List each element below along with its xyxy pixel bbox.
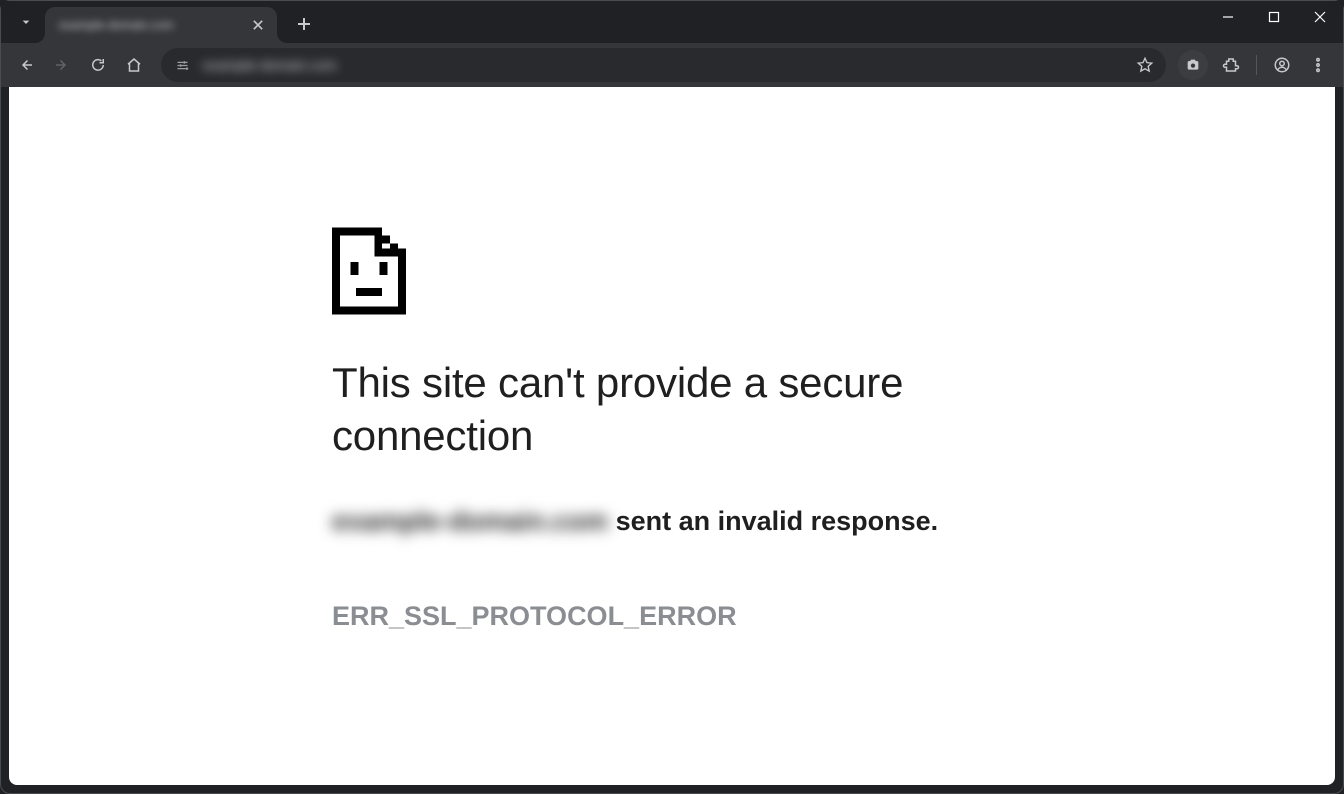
kebab-icon: [1309, 56, 1327, 74]
camera-icon: [1185, 57, 1201, 73]
reload-button[interactable]: [81, 48, 115, 82]
profile-icon: [1273, 56, 1291, 74]
active-tab[interactable]: example-domain.com: [45, 7, 277, 43]
close-icon: [1314, 11, 1326, 23]
reload-icon: [89, 56, 107, 74]
chrome-menu-button[interactable]: [1301, 48, 1335, 82]
arrow-right-icon: [53, 56, 71, 74]
new-tab-button[interactable]: [289, 9, 319, 39]
url-display: example-domain.com: [203, 57, 1120, 73]
page-viewport: This site can't provide a secure connect…: [9, 87, 1335, 785]
arrow-left-icon: [17, 56, 35, 74]
error-heading: This site can't provide a secure connect…: [332, 357, 1012, 462]
home-button[interactable]: [117, 48, 151, 82]
close-tab-button[interactable]: [249, 16, 267, 34]
close-window-button[interactable]: [1297, 1, 1343, 33]
address-bar[interactable]: example-domain.com: [161, 48, 1166, 82]
star-icon: [1136, 56, 1154, 74]
omnibox-actions: [1130, 50, 1160, 80]
extensions-button[interactable]: [1214, 48, 1248, 82]
divider: [1256, 55, 1257, 75]
error-code: ERR_SSL_PROTOCOL_ERROR: [332, 601, 1012, 632]
error-description: example-domain.com sent an invalid respo…: [332, 504, 1012, 539]
sad-page-icon: [332, 227, 1012, 315]
ssl-error-page: This site can't provide a secure connect…: [312, 87, 1032, 632]
toolbar-right: [1214, 48, 1335, 82]
minimize-button[interactable]: [1205, 1, 1251, 33]
home-icon: [125, 56, 143, 74]
maximize-button[interactable]: [1251, 1, 1297, 33]
window-controls: [1205, 1, 1343, 43]
tune-icon: [175, 58, 190, 73]
browser-chrome: example-domain.com: [1, 1, 1343, 87]
site-settings-chip[interactable]: [171, 54, 193, 76]
bookmark-button[interactable]: [1130, 50, 1160, 80]
back-button[interactable]: [9, 48, 43, 82]
extension-icon: [1222, 56, 1240, 74]
tab-strip: example-domain.com: [1, 1, 1343, 43]
error-suffix: sent an invalid response.: [608, 506, 938, 536]
toolbar: example-domain.com: [1, 43, 1343, 87]
close-icon: [253, 20, 263, 30]
google-lens-button[interactable]: [1178, 50, 1208, 80]
chevron-down-icon: [18, 14, 34, 30]
error-domain: example-domain.com: [332, 506, 608, 536]
profile-button[interactable]: [1265, 48, 1299, 82]
plus-icon: [297, 17, 311, 31]
minimize-icon: [1222, 11, 1234, 23]
maximize-icon: [1268, 11, 1280, 23]
forward-button[interactable]: [45, 48, 79, 82]
tab-title: example-domain.com: [59, 18, 249, 32]
